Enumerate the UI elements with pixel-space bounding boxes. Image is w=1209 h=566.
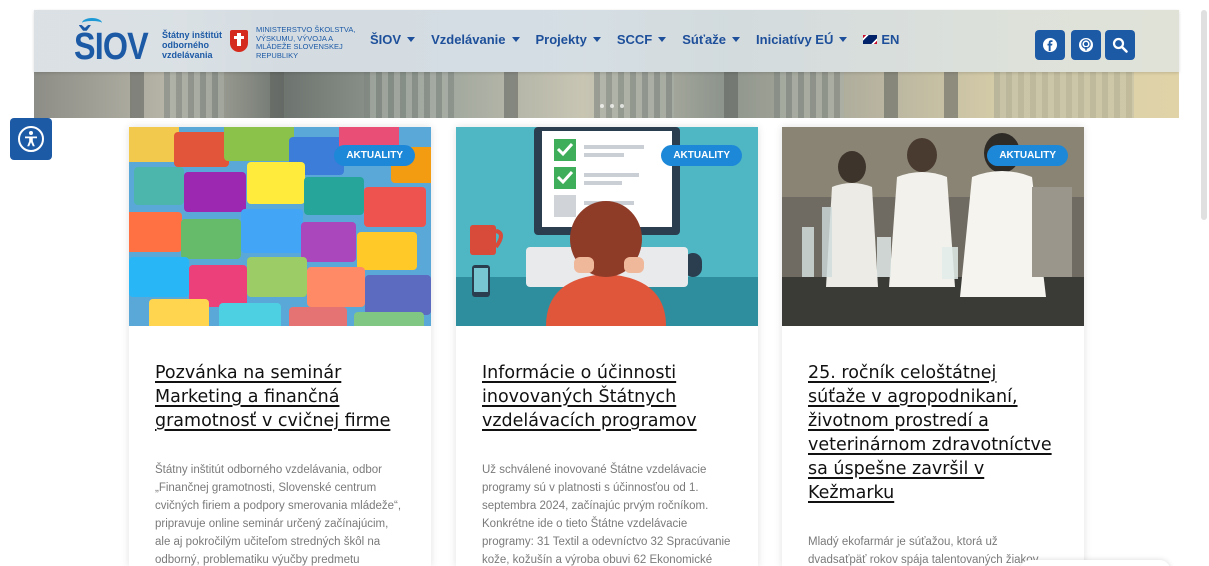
search-button[interactable] [1105, 30, 1135, 60]
logo-subtitle: Štátny inštitút odborného vzdelávania [162, 30, 222, 60]
card-image-speech-bubbles[interactable]: AKTUALITY [129, 127, 431, 326]
category-badge[interactable]: AKTUALITY [334, 145, 415, 166]
card-title[interactable]: 25. ročník celoštátnej súťaže v agropodn… [808, 361, 1058, 505]
podcast-button[interactable] [1071, 30, 1101, 60]
card-image-laboratory[interactable]: AKTUALITY [782, 127, 1084, 326]
page-scrollbar[interactable] [1201, 10, 1207, 220]
logo-text: ŠIOV [74, 26, 149, 68]
nav-item-sccf[interactable]: SCCF [617, 32, 667, 47]
slovak-crest-icon [230, 30, 248, 52]
slider-dot[interactable] [620, 104, 624, 108]
category-badge[interactable]: AKTUALITY [987, 145, 1068, 166]
floating-widget[interactable] [1020, 560, 1170, 566]
card-title[interactable]: Pozvánka na seminár Marketing a finančná… [155, 361, 405, 433]
nav-item-siov[interactable]: ŠIOV [370, 32, 416, 47]
news-card[interactable]: AKTUALITY 25. ročník celoštátnej súťaže … [782, 127, 1084, 566]
uk-flag-icon [863, 35, 878, 44]
slider-dot[interactable] [610, 104, 614, 108]
chevron-down-icon [511, 37, 520, 42]
news-card[interactable]: AKTUALITY Informácie o účinnosti inovova… [456, 127, 758, 566]
language-switch-en[interactable]: EN [863, 32, 899, 47]
card-excerpt: Štátny inštitút odborného vzdelávania, o… [155, 464, 402, 566]
card-image-online-form[interactable]: AKTUALITY [456, 127, 758, 326]
chevron-down-icon [732, 37, 741, 42]
chevron-down-icon [592, 37, 601, 42]
card-excerpt: Už schválené inovované Štátne vzdelávaci… [482, 464, 731, 566]
chevron-down-icon [839, 37, 848, 42]
accessibility-button[interactable] [10, 118, 52, 160]
card-excerpt: Mladý ekofarmár je súťažou, ktorá už dva… [808, 536, 1039, 566]
chevron-down-icon [407, 37, 416, 42]
news-card[interactable]: AKTUALITY Pozvánka na seminár Marketing … [129, 127, 431, 566]
chevron-down-icon [658, 37, 667, 42]
slider-dots [600, 104, 624, 108]
nav-item-iniciativy-eu[interactable]: Iniciatívy EÚ [756, 32, 848, 47]
podcast-icon [1079, 38, 1093, 52]
nav-item-sutaze[interactable]: Súťaže [682, 32, 741, 47]
main-nav: ŠIOV Vzdelávanie Projekty SCCF Súťaže In… [370, 32, 915, 47]
facebook-icon [1043, 38, 1057, 52]
accessibility-icon [18, 126, 44, 152]
site-header: ŠIOV Štátny inštitút odborného vzdelávan… [34, 10, 1179, 72]
search-icon [1112, 37, 1128, 53]
nav-item-vzdelavanie[interactable]: Vzdelávanie [431, 32, 520, 47]
facebook-button[interactable] [1035, 30, 1065, 60]
category-badge[interactable]: AKTUALITY [661, 145, 742, 166]
ministry-logo-text[interactable]: MINISTERSTVO ŠKOLSTVA, VÝSKUMU, VÝVOJA A… [256, 25, 356, 60]
card-title[interactable]: Informácie o účinnosti inovovaných Štátn… [482, 361, 732, 433]
slider-dot[interactable] [600, 104, 604, 108]
nav-item-projekty[interactable]: Projekty [536, 32, 601, 47]
